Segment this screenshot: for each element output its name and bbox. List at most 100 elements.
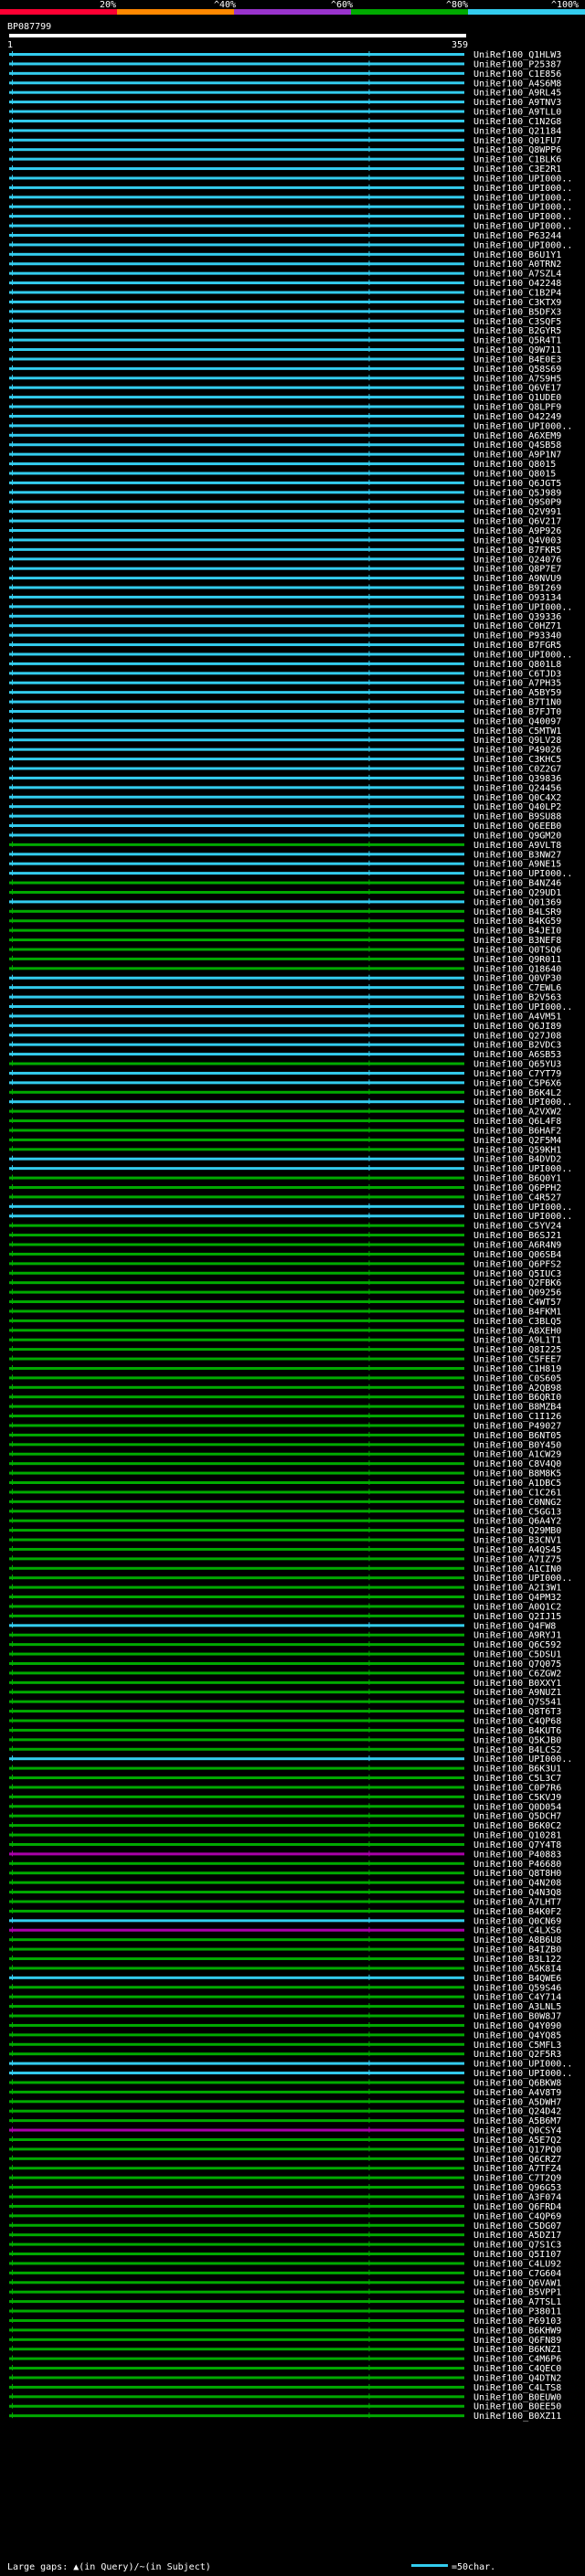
hit-label: UniRef100_C4Y714 [473,1993,561,2003]
hit-tick [12,1374,13,1381]
hit-label: UniRef100_Q4V003 [473,535,561,546]
hit-bar [9,672,464,675]
hit-tick [12,927,13,933]
hit-label: UniRef100_C7T2Q9 [473,2174,561,2184]
hit-label: UniRef100_B9SU88 [473,812,561,822]
hit-tick [12,89,13,95]
hit-tick [12,1279,13,1286]
hit-label: UniRef100_C0P7R6 [473,1783,561,1793]
hit-tick [368,2098,370,2104]
hit-label: UniRef100_A8XEH0 [473,1326,561,1336]
hit-label: UniRef100_C4QEC0 [473,2364,561,2374]
hit-label: UniRef100_A7TFZ4 [473,2164,561,2174]
hit-label: UniRef100_A5E7Q2 [473,2136,561,2146]
hit-tick [368,1174,370,1181]
hit-tick [12,175,13,181]
hit-label: UniRef100_C3SQF5 [473,317,561,327]
hit-bar [9,728,464,732]
hit-tick [12,1840,13,1847]
hit-tick [368,394,370,400]
hit-bar [9,500,464,504]
hit-bar [9,1281,464,1285]
hit-tick [12,1745,13,1752]
hit-tick [12,556,13,562]
hit-tick [12,1336,13,1342]
hit-bar [9,1947,464,1951]
hit-label: UniRef100_A4S6M8 [473,79,561,89]
hit-tick [368,1584,370,1590]
hit-bar [9,1986,464,1989]
hit-label: UniRef100_Q6EEB0 [473,822,561,832]
hit-bar [9,2014,464,2018]
hit-bar [9,1023,464,1027]
hit-label: UniRef100_Q7Y4T8 [473,1840,561,1850]
hit-tick [368,1631,370,1638]
hit-tick [12,1364,13,1371]
hit-tick [368,1527,370,1533]
hit-tick [368,774,370,780]
hit-tick [368,1012,370,1019]
hit-tick [368,546,370,552]
hit-bar [9,271,464,275]
hit-bar [9,909,464,913]
hit-label: UniRef100_UPI000.. [473,203,572,213]
hit-tick [12,603,13,610]
hit-tick [12,194,13,200]
hit-bar [9,1348,464,1352]
hit-tick [368,622,370,629]
hit-tick [12,1460,13,1467]
hit-label: UniRef100_Q6CRZ7 [473,2155,561,2165]
hit-tick [12,974,13,981]
hit-tick [368,1917,370,1924]
hit-tick [368,2212,370,2219]
hit-tick [368,1879,370,1885]
legend-right-text: =50char. [452,2562,495,2572]
hit-bar [9,1157,464,1161]
hit-label: UniRef100_C1I126 [473,1412,561,1422]
hit-label: UniRef100_Q8I225 [473,1345,561,1355]
hit-tick [12,870,13,876]
hit-tick [368,1088,370,1095]
hit-tick [368,127,370,133]
hit-label: UniRef100_A9RYJ1 [473,1631,561,1641]
hit-bar [9,767,464,770]
hit-bar [9,1652,464,1656]
hit-label: UniRef100_UPI000.. [473,174,572,184]
hit-bar [9,1195,464,1199]
hit-tick [368,1327,370,1333]
hit-bar [9,2062,464,2065]
hit-bar [9,1214,464,1218]
hit-label: UniRef100_B6K4L2 [473,1088,561,1098]
hit-bar [9,948,464,951]
hit-tick [12,660,13,666]
hit-tick [368,1898,370,1904]
hit-tick [368,584,370,590]
hit-tick [12,1203,13,1209]
hit-tick [368,1127,370,1133]
hit-tick [368,1765,370,1771]
hit-tick [12,2231,13,2238]
hit-tick [12,2383,13,2390]
hit-label: UniRef100_Q6FN89 [473,2336,561,2346]
hit-tick [12,431,13,438]
hit-label: UniRef100_A9NE15 [473,860,561,870]
hit-tick [12,2070,13,2076]
hit-label: UniRef100_Q4Y090 [473,2021,561,2031]
hit-tick [368,1860,370,1866]
hit-tick [12,2012,13,2019]
hit-tick [368,1907,370,1913]
hit-label: UniRef100_Q01FU7 [473,136,561,146]
identity-scale-label: ^40% [214,0,236,10]
hit-label: UniRef100_C4M6P6 [473,2355,561,2365]
hit-tick [12,403,13,409]
hit-label: UniRef100_Q8T6T3 [473,1707,561,1717]
hit-tick [368,1269,370,1276]
hit-label: UniRef100_A9P926 [473,526,561,536]
hit-tick [368,412,370,419]
hit-tick [368,69,370,76]
hit-bar [9,196,464,199]
hit-tick [368,422,370,429]
hit-bar [9,472,464,475]
hit-tick [368,737,370,743]
hit-tick [12,184,13,190]
